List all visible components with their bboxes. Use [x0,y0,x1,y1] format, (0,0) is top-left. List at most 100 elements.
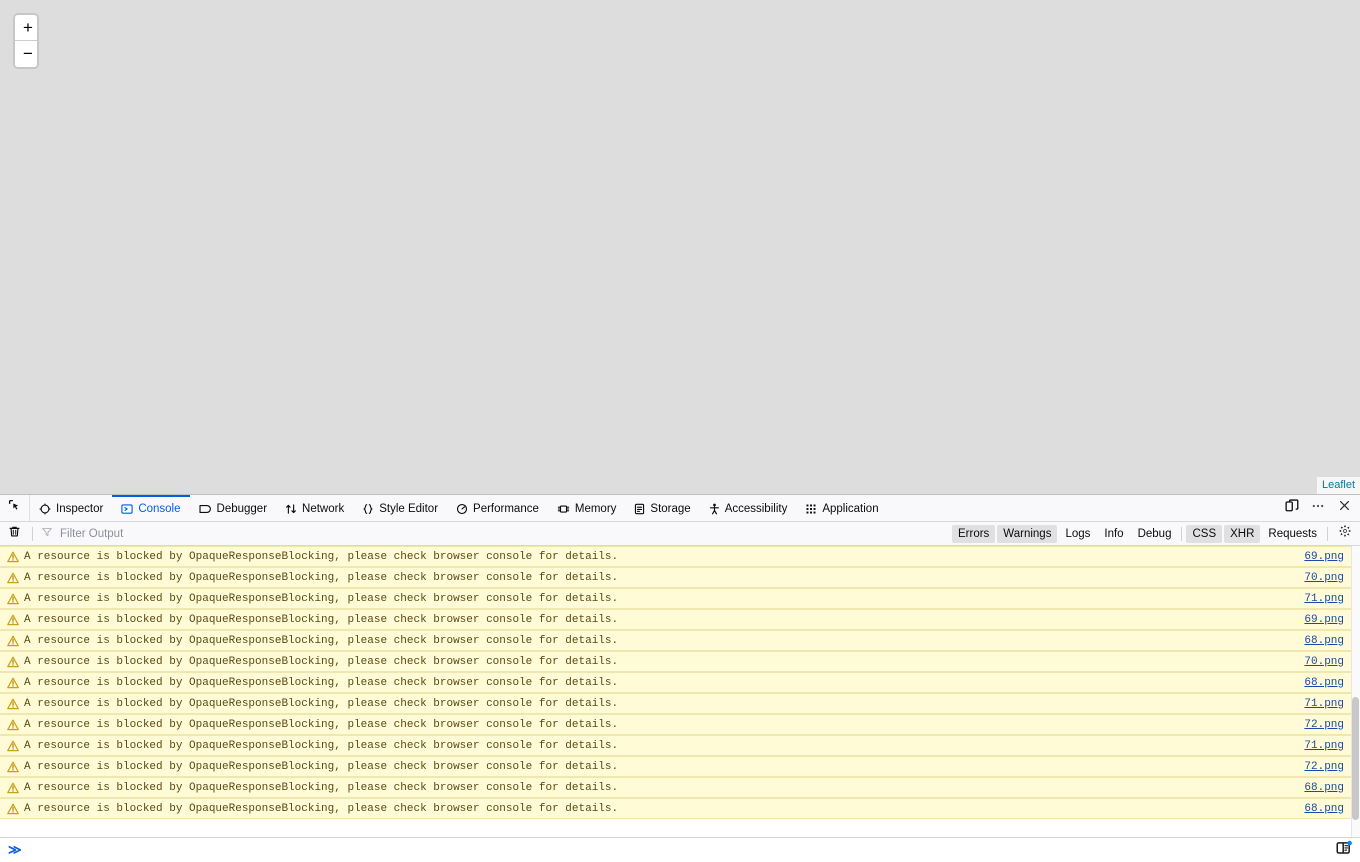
clear-console-button[interactable] [0,523,28,545]
console-message-text: A resource is blocked by OpaqueResponseB… [24,676,619,689]
console-message-row[interactable]: A resource is blocked by OpaqueResponseB… [0,588,1360,609]
console-message-row[interactable]: A resource is blocked by OpaqueResponseB… [0,609,1360,630]
console-message-source-link[interactable]: 70.png [1294,656,1344,668]
console-message-source-link[interactable]: 72.png [1294,719,1344,731]
console-message-source-link[interactable]: 71.png [1294,698,1344,710]
zoom-out-button[interactable]: − [15,41,37,67]
console-scrollbar[interactable] [1351,546,1360,837]
tab-accessibility[interactable]: Accessibility [700,495,797,521]
map-canvas[interactable]: + − Leaflet [0,0,1360,494]
filter-button-debug[interactable]: Debug [1132,525,1178,543]
console-message-row[interactable]: A resource is blocked by OpaqueResponseB… [0,798,1360,819]
console-message-source-link[interactable]: 72.png [1294,761,1344,773]
console-scrollbar-thumb [1352,697,1359,820]
tab-style-editor-label: Style Editor [379,503,439,515]
editor-mode-icon [1336,840,1352,861]
console-input-row[interactable]: ≫ [0,837,1360,862]
tab-storage[interactable]: Storage [625,495,699,521]
tab-debugger-label: Debugger [216,503,268,515]
console-message-text: A resource is blocked by OpaqueResponseB… [24,697,619,710]
console-message-source-link[interactable]: 68.png [1294,677,1344,689]
console-message-row[interactable]: A resource is blocked by OpaqueResponseB… [0,777,1360,798]
close-devtools-button[interactable] [1332,496,1356,520]
console-message-source-link[interactable]: 69.png [1294,551,1344,563]
console-message-text: A resource is blocked by OpaqueResponseB… [24,613,619,626]
console-message-row[interactable]: A resource is blocked by OpaqueResponseB… [0,756,1360,777]
console-message-row[interactable]: A resource is blocked by OpaqueResponseB… [0,630,1360,651]
category-filter-group: CSS XHR Requests [1186,524,1323,543]
warning-icon [7,782,19,794]
console-message-text: A resource is blocked by OpaqueResponseB… [24,760,619,773]
leaflet-link[interactable]: Leaflet [1322,479,1355,491]
tab-performance[interactable]: Performance [447,495,548,521]
console-message-source-link[interactable]: 68.png [1294,635,1344,647]
tab-application-label: Application [822,503,879,515]
toolbar-separator-1 [32,526,33,541]
console-icon [121,503,133,515]
console-eval-input[interactable] [26,841,1332,859]
console-message-source-link[interactable]: 69.png [1294,614,1344,626]
filter-button-warnings[interactable]: Warnings [997,524,1058,543]
warning-icon [7,551,19,563]
map-attribution: Leaflet [1316,477,1360,494]
warning-icon [7,614,19,626]
memory-icon [557,503,570,515]
filter-button-css[interactable]: CSS [1186,524,1223,543]
tab-performance-label: Performance [473,503,539,515]
console-message-source-link[interactable]: 68.png [1294,803,1344,815]
console-message-text: A resource is blocked by OpaqueResponseB… [24,781,619,794]
meatball-menu-button[interactable] [1306,496,1330,520]
map-zoom-control: + − [13,13,39,69]
dock-toggle-button[interactable] [1280,496,1304,520]
warning-icon [7,635,19,647]
console-message-row[interactable]: A resource is blocked by OpaqueResponseB… [0,735,1360,756]
tab-debugger[interactable]: Debugger [190,495,277,521]
storage-icon [634,503,645,515]
toolbar-separator-2 [1181,526,1183,541]
warning-icon [7,740,19,752]
tab-console[interactable]: Console [112,495,190,521]
warning-icon [7,677,19,689]
warning-icon [7,572,19,584]
tab-network[interactable]: Network [276,495,353,521]
console-message-row[interactable]: A resource is blocked by OpaqueResponseB… [0,546,1360,567]
console-message-text: A resource is blocked by OpaqueResponseB… [24,550,619,563]
style-editor-icon [362,503,374,515]
console-message-source-link[interactable]: 71.png [1294,593,1344,605]
zoom-in-button[interactable]: + [15,15,37,41]
filter-button-requests[interactable]: Requests [1262,525,1323,543]
filter-button-errors[interactable]: Errors [951,524,996,543]
tab-accessibility-label: Accessibility [724,503,788,515]
console-filter-toolbar: Errors Warnings Logs Info Debug CSS XHR … [0,522,1360,546]
console-message-row[interactable]: A resource is blocked by OpaqueResponseB… [0,714,1360,735]
devtools-panel: Inspector Console Debugger Network Style… [0,494,1360,862]
console-message-row[interactable]: A resource is blocked by OpaqueResponseB… [0,567,1360,588]
filter-input-container[interactable] [37,524,952,544]
console-message-source-link[interactable]: 70.png [1294,572,1344,584]
element-picker-icon [8,499,21,517]
devtools-toolbar-controls [1280,495,1360,521]
warning-icon [7,761,19,773]
severity-filter-group: Errors Warnings Logs Info Debug [951,524,1178,543]
ellipsis-icon [1311,499,1325,518]
console-message-source-link[interactable]: 71.png [1294,740,1344,752]
tab-application[interactable]: Application [796,495,887,521]
tab-memory[interactable]: Memory [548,495,626,521]
element-picker-button[interactable] [0,495,30,521]
console-message-row[interactable]: A resource is blocked by OpaqueResponseB… [0,672,1360,693]
filter-button-logs[interactable]: Logs [1059,525,1096,543]
filter-button-info[interactable]: Info [1098,525,1129,543]
tab-inspector[interactable]: Inspector [30,495,112,521]
tab-network-label: Network [302,503,345,515]
console-output-list[interactable]: A resource is blocked by OpaqueResponseB… [0,546,1360,837]
editor-mode-toggle-button[interactable] [1332,839,1356,861]
tab-style-editor[interactable]: Style Editor [353,495,447,521]
console-message-text: A resource is blocked by OpaqueResponseB… [24,739,619,752]
console-message-row[interactable]: A resource is blocked by OpaqueResponseB… [0,651,1360,672]
trash-icon [8,525,21,543]
filter-output-input[interactable] [58,524,952,543]
console-message-row[interactable]: A resource is blocked by OpaqueResponseB… [0,693,1360,714]
console-settings-button[interactable] [1334,523,1356,545]
filter-button-xhr[interactable]: XHR [1224,524,1261,543]
console-message-source-link[interactable]: 68.png [1294,782,1344,794]
